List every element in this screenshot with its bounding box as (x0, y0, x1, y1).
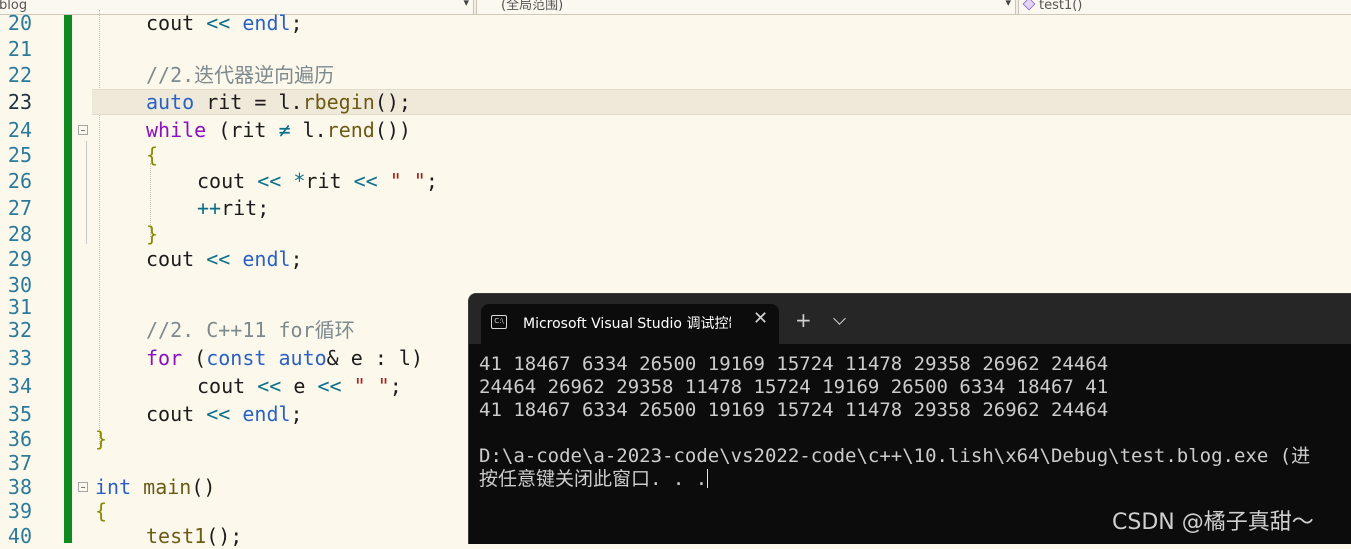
code-text: cout << *rit << " "; (197, 169, 438, 193)
console-output-line: 41 18467 6334 26500 19169 15724 11478 29… (479, 353, 1109, 375)
code-text: { (146, 143, 159, 167)
line-number: 23 (7, 90, 32, 114)
close-icon[interactable]: ✕ (753, 308, 768, 329)
code-text: while (rit ≠ l.rend()) (146, 118, 411, 142)
code-text: test1(); (146, 524, 243, 548)
console-tab[interactable]: C:\ Microsoft Visual Studio 调试控制台 ✕ (481, 304, 779, 344)
code-text: for (const auto& e : l) (146, 346, 424, 370)
line-number: 39 (7, 499, 32, 523)
line-number: 22 (7, 63, 32, 87)
line-number: 34 (7, 374, 32, 398)
line-number: 33 (7, 346, 32, 370)
code-line: 21 (0, 36, 1351, 62)
code-line: 26 cout << *rit << " "; (0, 168, 1351, 194)
code-text: cout << endl; (146, 247, 303, 271)
line-number: 24 (7, 118, 32, 142)
code-line: 25 { (0, 142, 1351, 168)
code-text: } (146, 222, 159, 246)
code-text: cout << endl; (146, 11, 303, 35)
console-prompt-line: 按任意键关闭此窗口. . . (479, 468, 709, 491)
console-output-line: 24464 26962 29358 11478 15724 19169 2650… (479, 376, 1109, 398)
code-text: } (95, 427, 108, 451)
console-titlebar: C:\ Microsoft Visual Studio 调试控制台 ✕ + (469, 294, 1351, 344)
comment-text: //2. C++11 for循环 (146, 318, 355, 342)
line-number: 29 (7, 247, 32, 271)
code-text: auto rit = l.rbegin(); (146, 90, 411, 114)
terminal-icon: C:\ (491, 315, 507, 329)
code-text: ++rit; (197, 196, 270, 220)
line-number: 21 (7, 37, 32, 61)
line-number: 28 (7, 222, 32, 246)
line-number: 25 (7, 143, 32, 167)
line-number: 36 (7, 427, 32, 451)
code-line: 24 while (rit ≠ l.rend()) (0, 117, 1351, 143)
collapse-icon[interactable] (78, 125, 88, 135)
line-number: 40 (7, 524, 32, 548)
tab-title: Microsoft Visual Studio 调试控制台 (523, 316, 731, 332)
console-prompt-text: 按任意键关闭此窗口. . . (479, 468, 708, 490)
line-number: 20 (7, 11, 32, 35)
comment-text: //2.迭代器逆向遍历 (146, 63, 335, 87)
line-number: 37 (7, 451, 32, 475)
code-line: 28 } (0, 221, 1351, 247)
console-output-line: D:\a-code\a-2023-code\vs2022-code\c++\10… (479, 445, 1311, 467)
code-line: 22 //2.迭代器逆向遍历 (0, 62, 1351, 88)
text-cursor (707, 469, 709, 488)
code-line: 27 ++rit; (0, 195, 1351, 221)
code-line-current: 23 auto rit = l.rbegin(); (0, 89, 1351, 115)
code-text: cout << e << " "; (197, 374, 402, 398)
code-text: cout << endl; (146, 402, 303, 426)
collapse-icon[interactable] (78, 482, 88, 492)
line-number: 26 (7, 169, 32, 193)
console-output-line: 41 18467 6334 26500 19169 15724 11478 29… (479, 399, 1109, 421)
chevron-down-icon[interactable] (833, 312, 846, 325)
code-line: 29 cout << endl; (0, 246, 1351, 272)
plus-icon[interactable]: + (795, 310, 812, 330)
line-number: 32 (7, 318, 32, 342)
line-number: 38 (7, 475, 32, 499)
method-icon (1022, 0, 1036, 11)
line-number: 27 (7, 196, 32, 220)
code-line: 20 cout << endl; (0, 10, 1351, 36)
watermark: CSDN @橘子真甜～ (1112, 510, 1314, 535)
line-number: 35 (7, 402, 32, 426)
code-text: { (95, 499, 108, 523)
code-text: int main() (95, 475, 216, 499)
